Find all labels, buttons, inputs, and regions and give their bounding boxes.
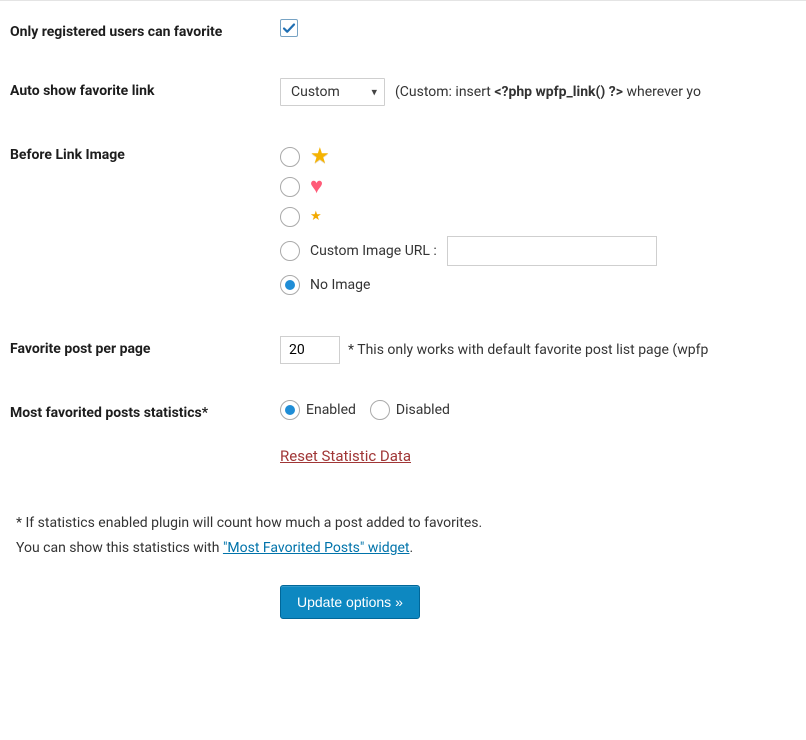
before-image-option-heart: ♥ <box>280 172 796 202</box>
no-image-label: No Image <box>310 277 370 293</box>
row-stats: Most favorited posts statistics* Enabled… <box>10 382 796 441</box>
auto-show-select-wrap: Custom <box>280 78 385 106</box>
field-per-page: * This only works with default favorite … <box>280 336 796 364</box>
before-image-option-customurl: Custom Image URL : <box>280 232 796 270</box>
row-registered-only: Only registered users can favorite <box>10 1 796 60</box>
label-per-page: Favorite post per page <box>10 336 280 359</box>
note-line2-prefix: You can show this statistics with <box>16 540 223 556</box>
radio-stats-enabled[interactable] <box>280 400 300 420</box>
label-auto-show: Auto show favorite link <box>10 78 280 101</box>
field-stats: Enabled Disabled <box>280 400 796 420</box>
per-page-input[interactable] <box>280 336 340 364</box>
before-image-option-smallstar: ★ <box>280 202 796 232</box>
auto-show-help-code: <?php wpfp_link() ?> <box>494 84 623 100</box>
auto-show-help-suffix: wherever yo <box>623 84 701 100</box>
most-favorited-widget-link[interactable]: "Most Favorited Posts" widget <box>223 540 410 556</box>
radio-custom-url[interactable] <box>280 241 300 261</box>
label-before-image: Before Link Image <box>10 142 280 165</box>
custom-url-input[interactable] <box>447 236 657 266</box>
stats-disabled-label: Disabled <box>396 402 450 418</box>
note-line1: * If statistics enabled plugin will coun… <box>16 511 790 536</box>
field-reset: Reset Statistic Data <box>280 447 796 465</box>
before-image-option-noimage: No Image <box>280 270 796 300</box>
field-auto-show: Custom (Custom: insert <?php wpfp_link()… <box>280 78 796 106</box>
heart-icon: ♥ <box>310 176 323 198</box>
check-icon <box>281 20 297 36</box>
small-star-icon: ★ <box>310 210 322 223</box>
stats-enabled-label: Enabled <box>306 402 356 418</box>
auto-show-help: (Custom: insert <?php wpfp_link() ?> whe… <box>395 84 701 100</box>
radio-small-star[interactable] <box>280 207 300 227</box>
stats-enabled-group: Enabled <box>280 400 356 420</box>
row-reset: Reset Statistic Data <box>10 441 796 483</box>
registered-only-checkbox[interactable] <box>280 19 298 37</box>
reset-statistics-link[interactable]: Reset Statistic Data <box>280 447 411 465</box>
radio-stats-disabled[interactable] <box>370 400 390 420</box>
per-page-hint: * This only works with default favorite … <box>348 342 708 358</box>
update-options-button[interactable]: Update options » <box>280 585 420 619</box>
auto-show-help-prefix: (Custom: insert <box>395 84 494 100</box>
statistics-note: * If statistics enabled plugin will coun… <box>0 493 806 565</box>
stats-disabled-group: Disabled <box>370 400 450 420</box>
label-stats: Most favorited posts statistics* <box>10 400 280 423</box>
before-image-option-star: ★ <box>280 142 796 172</box>
note-line2-suffix: . <box>410 540 414 556</box>
label-registered-only: Only registered users can favorite <box>10 19 280 42</box>
radio-star[interactable] <box>280 147 300 167</box>
radio-heart[interactable] <box>280 177 300 197</box>
settings-form: Only registered users can favorite Auto … <box>0 0 806 493</box>
note-line2: You can show this statistics with "Most … <box>16 536 790 561</box>
radio-no-image[interactable] <box>280 275 300 295</box>
row-before-image: Before Link Image ★ ♥ ★ Custom Image URL… <box>10 124 796 318</box>
label-reset-empty <box>10 447 280 451</box>
row-per-page: Favorite post per page * This only works… <box>10 318 796 382</box>
auto-show-select[interactable]: Custom <box>280 78 385 106</box>
star-icon: ★ <box>310 146 330 168</box>
custom-url-label: Custom Image URL : <box>310 243 437 259</box>
field-registered-only <box>280 19 796 40</box>
row-auto-show: Auto show favorite link Custom (Custom: … <box>10 60 796 124</box>
submit-row: Update options » <box>0 565 806 619</box>
field-before-image: ★ ♥ ★ Custom Image URL : No Image <box>280 142 796 300</box>
